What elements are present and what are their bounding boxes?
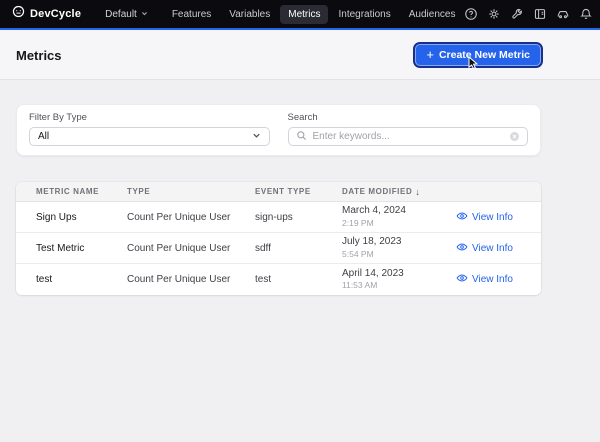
- brand-name: DevCycle: [30, 8, 81, 20]
- plus-icon: +: [426, 48, 434, 61]
- search-label: Search: [288, 112, 529, 123]
- table-row: Test Metric Count Per Unique User sdff J…: [16, 233, 541, 264]
- project-switcher[interactable]: Default: [105, 9, 148, 20]
- sort-descending-icon: ↓: [415, 187, 420, 197]
- brand-link[interactable]: DevCycle: [12, 5, 81, 23]
- search-input[interactable]: [313, 131, 504, 142]
- date-modified-cell: July 18, 2023 5:54 PM: [342, 236, 456, 259]
- view-info-link[interactable]: View Info: [456, 241, 541, 256]
- chevron-down-icon: [141, 9, 148, 20]
- date-modified-cell: April 14, 2023 11:53 AM: [342, 268, 456, 291]
- event-type-cell: sign-ups: [255, 212, 342, 223]
- eye-icon: [456, 272, 468, 287]
- time-line: 2:19 PM: [342, 218, 456, 229]
- time-line: 5:54 PM: [342, 249, 456, 260]
- nav-item-features[interactable]: Features: [164, 5, 219, 24]
- event-type-cell: test: [255, 274, 342, 285]
- filter-type-select[interactable]: All: [29, 127, 270, 146]
- date-modified-cell: March 4, 2024 2:19 PM: [342, 205, 456, 228]
- app-root: DevCycle Default Features Variables Metr…: [0, 0, 600, 295]
- filter-by-type-group: Filter By Type All: [29, 112, 270, 146]
- metric-name-cell: Test Metric: [36, 243, 127, 254]
- metrics-table: Metric Name Type Event Type Date Modifie…: [16, 182, 541, 295]
- docs-icon[interactable]: [532, 6, 548, 22]
- view-info-label: View Info: [472, 212, 513, 223]
- page-title: Metrics: [16, 48, 62, 63]
- nav-item-metrics[interactable]: Metrics: [280, 5, 328, 24]
- metric-type-cell: Count Per Unique User: [127, 274, 255, 285]
- search-group: Search: [288, 112, 529, 146]
- filter-type-selected-value: All: [38, 131, 49, 142]
- search-box: [288, 127, 529, 146]
- column-header-metric-name: Metric Name: [36, 187, 127, 196]
- topbar-actions: [463, 6, 600, 22]
- support-wrench-icon[interactable]: [509, 6, 525, 22]
- table-header-row: Metric Name Type Event Type Date Modifie…: [16, 182, 541, 202]
- help-icon[interactable]: [463, 6, 479, 22]
- date-line: April 14, 2023: [342, 268, 456, 281]
- metric-type-cell: Count Per Unique User: [127, 212, 255, 223]
- nav-item-integrations[interactable]: Integrations: [330, 5, 398, 24]
- date-line: July 18, 2023: [342, 236, 456, 249]
- column-header-date-modified[interactable]: Date Modified ↓: [342, 187, 456, 197]
- date-line: March 4, 2024: [342, 205, 456, 218]
- settings-gear-icon[interactable]: [486, 6, 502, 22]
- view-info-link[interactable]: View Info: [456, 210, 541, 225]
- column-header-type: Type: [127, 187, 255, 196]
- search-icon: [296, 128, 307, 146]
- view-info-label: View Info: [472, 243, 513, 254]
- devcycle-logo-icon: [12, 5, 25, 23]
- notifications-bell-icon[interactable]: [578, 6, 594, 22]
- metric-name-cell: Sign Ups: [36, 212, 127, 223]
- column-header-event-type: Event Type: [255, 187, 342, 196]
- nav-item-audiences[interactable]: Audiences: [401, 5, 464, 24]
- page-header: Metrics + Create New Metric: [0, 30, 600, 80]
- eye-icon: [456, 210, 468, 225]
- chevron-down-icon: [252, 131, 261, 143]
- view-info-link[interactable]: View Info: [456, 272, 541, 287]
- main-nav: Features Variables Metrics Integrations …: [164, 5, 464, 24]
- metric-name-cell: test: [36, 274, 127, 285]
- date-modified-label: Date Modified: [342, 187, 412, 196]
- clear-search-icon[interactable]: [509, 131, 520, 142]
- project-switcher-label: Default: [105, 9, 137, 20]
- table-row: Sign Ups Count Per Unique User sign-ups …: [16, 202, 541, 233]
- car-icon[interactable]: [555, 6, 571, 22]
- filter-by-type-label: Filter By Type: [29, 112, 270, 123]
- create-new-metric-button[interactable]: + Create New Metric: [415, 44, 541, 66]
- metric-type-cell: Count Per Unique User: [127, 243, 255, 254]
- nav-item-variables[interactable]: Variables: [221, 5, 278, 24]
- filter-card: Filter By Type All Search: [16, 104, 541, 156]
- view-info-label: View Info: [472, 274, 513, 285]
- top-navigation: DevCycle Default Features Variables Metr…: [0, 0, 600, 28]
- event-type-cell: sdff: [255, 243, 342, 254]
- table-row: test Count Per Unique User test April 14…: [16, 264, 541, 295]
- time-line: 11:53 AM: [342, 280, 456, 291]
- eye-icon: [456, 241, 468, 256]
- create-new-metric-label: Create New Metric: [439, 49, 530, 61]
